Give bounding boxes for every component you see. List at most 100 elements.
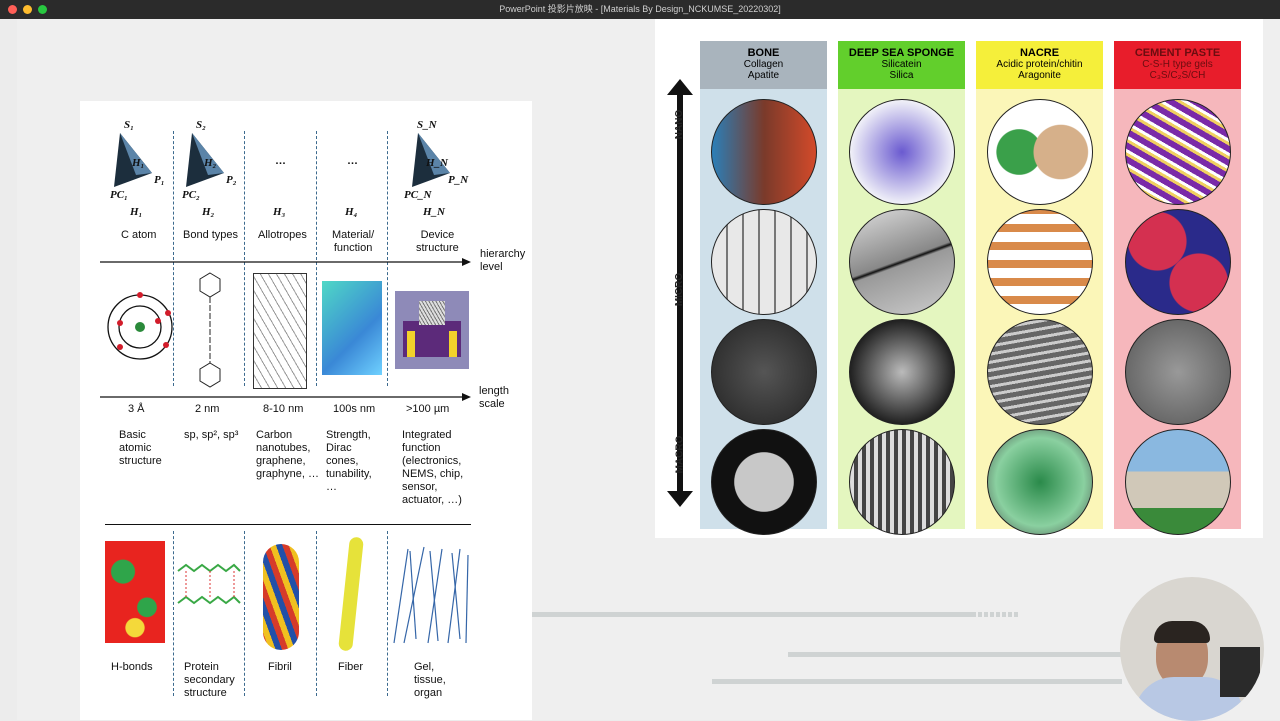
scale-description: sp, sp², sp³ bbox=[184, 429, 239, 441]
level-label: H_N bbox=[423, 206, 445, 218]
p-label: P₂ bbox=[226, 174, 237, 186]
nacre-micro-image bbox=[987, 209, 1093, 315]
column-sub: Collagen bbox=[743, 59, 784, 70]
scale-description: Integrated function (electronics, NEMS, … bbox=[402, 429, 464, 506]
sponge-column: DEEP SEA SPONGE Silicatein Silica bbox=[838, 41, 965, 535]
scale-value: 8-10 nm bbox=[263, 403, 304, 415]
level-label: H₁ bbox=[130, 206, 143, 218]
h-label: H₁ bbox=[132, 157, 145, 169]
scale-label-macro: MACRO bbox=[674, 435, 686, 474]
bottom-label: Gel, tissue, organ bbox=[414, 661, 446, 699]
p-label: P_N bbox=[448, 174, 469, 186]
bottom-label: Fibril bbox=[268, 661, 292, 673]
bond-illustration bbox=[199, 272, 221, 388]
column-sub: Silicatein bbox=[881, 59, 922, 70]
scale-description: Basic atomic structure bbox=[119, 429, 162, 467]
column-sub: Aragonite bbox=[1018, 70, 1061, 81]
level-label: H₃ bbox=[273, 206, 286, 218]
bone-macro-image bbox=[711, 429, 817, 535]
hierarchy-triangle-icon bbox=[114, 133, 152, 187]
s-label: S₁ bbox=[124, 119, 134, 131]
cement-meso-image bbox=[1125, 319, 1231, 425]
column-divider bbox=[173, 531, 174, 696]
left-figure-panel: S₁ S₂ S_N H₁ H₂ … … H_N P₁ P₂ P_N PC₁ PC… bbox=[80, 101, 532, 720]
nacre-column: NACRE Acidic protein/chitin Aragonite bbox=[976, 41, 1103, 535]
column-divider bbox=[387, 531, 388, 696]
column-header: DEEP SEA SPONGE Silicatein Silica bbox=[838, 41, 965, 89]
gel-network-illustration bbox=[393, 546, 469, 644]
sponge-macro-image bbox=[849, 429, 955, 535]
sponge-meso-image bbox=[849, 319, 955, 425]
window-title: PowerPoint 投影片放映 - [Materials By Design_… bbox=[499, 4, 781, 14]
column-sub: C₃S/C₂S/CH bbox=[1149, 70, 1206, 81]
column-title: CEMENT PASTE bbox=[1134, 47, 1221, 59]
level-label: H₂ bbox=[202, 206, 215, 218]
s-label: S_N bbox=[417, 119, 437, 131]
scale-label-micro: MICRO bbox=[674, 272, 686, 307]
right-figure-panel: NANO MICRO MACRO BONE Collagen Apatite D… bbox=[655, 19, 1263, 538]
scale-label-nano: NANO bbox=[674, 109, 686, 140]
column-title: NACRE bbox=[1019, 47, 1060, 59]
scale-value: 100s nm bbox=[333, 403, 376, 415]
scale-value: 2 nm bbox=[195, 403, 220, 415]
close-window-button[interactable] bbox=[8, 5, 17, 14]
decor-bar bbox=[712, 679, 1122, 684]
hbond-illustration bbox=[105, 541, 165, 643]
column-sub: Apatite bbox=[747, 70, 780, 81]
s-label: S₂ bbox=[196, 119, 206, 131]
fiber-illustration bbox=[338, 536, 364, 652]
bottom-label: Fiber bbox=[338, 661, 364, 673]
p-label: P₁ bbox=[154, 174, 165, 186]
cement-nano-image bbox=[1125, 99, 1231, 205]
nacre-macro-image bbox=[987, 429, 1093, 535]
decor-bar bbox=[788, 652, 1128, 657]
scale-description: Strength, Dirac cones, tunability, … bbox=[326, 429, 372, 493]
column-header: NACRE Acidic protein/chitin Aragonite bbox=[976, 41, 1103, 89]
column-divider bbox=[244, 531, 245, 696]
bottom-label: H-bonds bbox=[111, 661, 153, 673]
axis-length-label: length scale bbox=[479, 385, 509, 410]
atom-illustration bbox=[107, 292, 173, 360]
material-illustration bbox=[322, 281, 382, 375]
presenter-webcam bbox=[1120, 577, 1264, 721]
minimize-window-button[interactable] bbox=[23, 5, 32, 14]
bone-nano-image bbox=[711, 99, 817, 205]
zoom-window-button[interactable] bbox=[38, 5, 47, 14]
level-desc: C atom bbox=[121, 229, 157, 241]
sponge-nano-image bbox=[849, 99, 955, 205]
level-desc: Device structure bbox=[416, 229, 459, 254]
nacre-nano-image bbox=[987, 99, 1093, 205]
presenter-chair bbox=[1220, 647, 1260, 697]
sponge-micro-image bbox=[849, 209, 955, 315]
axis-hierarchy-label: hierarchy level bbox=[480, 248, 526, 273]
decor-bar-dashed bbox=[972, 612, 1018, 617]
level-desc: Allotropes bbox=[258, 229, 307, 241]
decor-bar bbox=[532, 612, 972, 617]
ellipsis: … bbox=[275, 155, 286, 167]
pc-label: PC_N bbox=[404, 189, 432, 201]
hierarchy-triangle-icon bbox=[412, 133, 450, 187]
section-separator bbox=[105, 524, 471, 525]
allotrope-illustration bbox=[253, 273, 307, 389]
pc-label: PC₂ bbox=[182, 189, 200, 201]
column-divider bbox=[316, 531, 317, 696]
level-desc: Material/ function bbox=[332, 229, 375, 254]
level-label: H₄ bbox=[345, 206, 358, 218]
pc-label: PC₁ bbox=[110, 189, 128, 201]
h-label: H_N bbox=[426, 157, 448, 169]
level-desc: Bond types bbox=[183, 229, 239, 241]
column-title: BONE bbox=[747, 47, 780, 59]
ellipsis: … bbox=[347, 155, 358, 167]
scale-value: 3 Å bbox=[128, 403, 145, 415]
cement-macro-image bbox=[1125, 429, 1231, 535]
bone-meso-image bbox=[711, 319, 817, 425]
length-axis-arrow bbox=[100, 393, 471, 401]
protein-illustration bbox=[177, 563, 241, 605]
column-sub: Silica bbox=[889, 70, 914, 81]
cement-micro-image bbox=[1125, 209, 1231, 315]
window-titlebar: PowerPoint 投影片放映 - [Materials By Design_… bbox=[0, 0, 1280, 19]
bone-column: BONE Collagen Apatite bbox=[700, 41, 827, 535]
nacre-meso-image bbox=[987, 319, 1093, 425]
h-label: H₂ bbox=[204, 157, 217, 169]
column-header: BONE Collagen Apatite bbox=[700, 41, 827, 89]
